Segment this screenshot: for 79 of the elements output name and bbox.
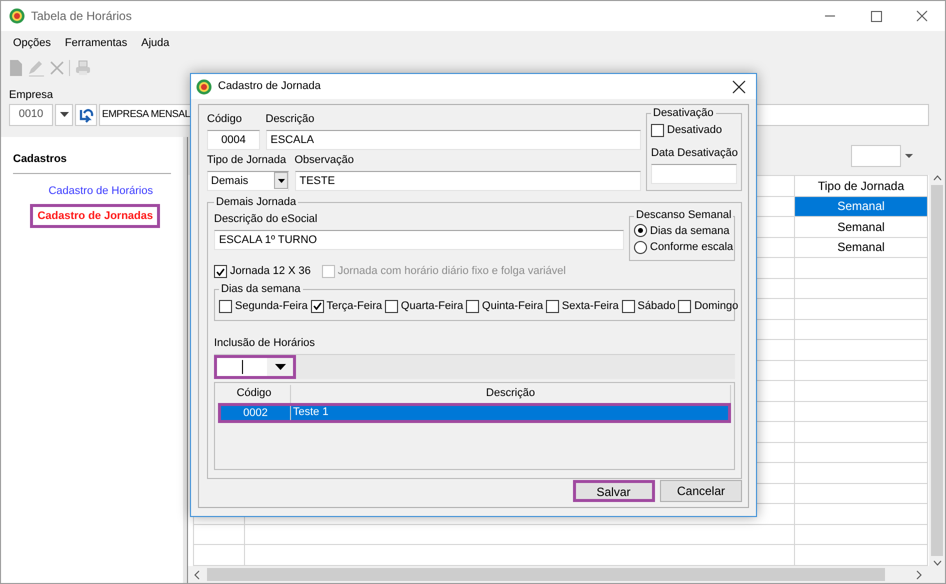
radio-button[interactable] <box>634 224 647 238</box>
observation-field[interactable]: TESTE <box>294 170 640 191</box>
field-label: Código <box>207 112 243 127</box>
checkbox[interactable] <box>678 300 692 313</box>
checkbox-label: Terça-Feira <box>326 298 382 314</box>
caret-icon <box>274 364 286 370</box>
dialog-button[interactable]: Cancelar <box>660 480 742 502</box>
checkmark-icon <box>312 302 322 310</box>
checkbox[interactable] <box>219 300 232 313</box>
description-field[interactable]: ESCALA <box>266 130 640 150</box>
group-title: Desativação <box>652 107 715 120</box>
checkbox[interactable] <box>466 300 480 313</box>
caret-icon <box>278 178 284 183</box>
caret-icon <box>905 154 913 158</box>
checkbox-label: Quarta-Feira <box>400 298 464 314</box>
table-cell: 0002 <box>221 406 291 420</box>
checkbox-label: Desativado <box>667 123 722 138</box>
empresa-name: EMPRESA MENSAL <box>102 108 190 122</box>
radio-label: Conforme escala <box>650 240 734 256</box>
app-logo-icon <box>196 78 212 94</box>
refresh-button[interactable] <box>75 104 97 126</box>
menu-item[interactable]: Opções <box>13 34 51 52</box>
close-icon[interactable] <box>732 80 746 94</box>
group-title: Dias da semana <box>220 282 302 296</box>
column-header[interactable]: Tipo de Jornada <box>794 176 928 196</box>
table-cell: Semanal <box>794 216 928 237</box>
field-label: Inclusão de Horários <box>214 336 316 352</box>
sidebar-title: Cadastros <box>13 151 171 174</box>
menu-item[interactable]: Ajuda <box>141 34 170 52</box>
checkbox[interactable] <box>214 265 227 278</box>
empresa-code-field[interactable]: 0010 <box>9 104 53 126</box>
checkbox-label: Domingo <box>694 298 738 314</box>
checkbox-label: Quinta-Feira <box>482 298 544 314</box>
scroll-right-icon <box>915 570 923 580</box>
dropdown-button[interactable] <box>55 104 73 126</box>
code-field[interactable]: 0004 <box>207 130 260 150</box>
dialog-title: Cadastro de Jornada <box>218 79 321 94</box>
group-title: Demais Jornada <box>215 196 298 210</box>
field-label: Descrição do eSocial <box>214 212 318 228</box>
esocial-field[interactable]: ESCALA 1º TURNO <box>214 230 624 250</box>
table-cell: Semanal <box>794 237 928 258</box>
checkbox[interactable] <box>651 124 664 137</box>
refresh-arrow-icon <box>78 106 94 122</box>
field-label: Tipo de Jornada <box>207 153 288 168</box>
caret-icon <box>60 112 68 117</box>
dialog-button[interactable]: Salvar <box>572 480 654 502</box>
date-field[interactable] <box>651 164 737 184</box>
checkbox-label: Jornada 12 X 36 <box>230 264 311 280</box>
radio-button[interactable] <box>634 240 647 254</box>
checkbox-label: Sexta-Feira <box>562 298 619 314</box>
select-field[interactable]: Demais <box>207 170 289 191</box>
table-row[interactable]: 0002 Teste 1 <box>218 402 731 423</box>
field-label: Descrição <box>266 112 316 127</box>
table-cell: Semanal <box>794 196 928 216</box>
checkbox-label: Sábado <box>638 298 676 314</box>
sidebar-link[interactable]: Cadastro de Jornadas <box>30 204 160 228</box>
checkbox-label: Jornada com horário diário fixo e folga variável <box>338 264 566 280</box>
empresa-label: Empresa <box>9 88 54 103</box>
app-logo-icon <box>9 8 25 24</box>
checkmark-icon <box>216 268 225 276</box>
checkbox[interactable] <box>546 300 559 313</box>
checkbox[interactable] <box>310 300 324 313</box>
scroll-left-icon <box>193 570 201 580</box>
schedule-combobox[interactable] <box>214 354 296 379</box>
field-label: Observação <box>294 153 355 168</box>
menu-item[interactable]: Ferramentas <box>64 34 128 52</box>
window-title: Tabela de Horários <box>31 8 132 25</box>
table-cell-text: Teste 1 <box>292 405 330 420</box>
group-title: Descanso Semanal <box>635 209 732 223</box>
field-label: Data Desativação <box>651 146 737 162</box>
sidebar-link[interactable]: Cadastro de Horários <box>41 179 160 204</box>
select-value: Demais <box>211 174 248 189</box>
checkbox-label: Segunda-Feira <box>235 298 308 314</box>
filter-field[interactable] <box>851 145 901 167</box>
scroll-down-icon <box>932 560 942 566</box>
checkbox[interactable] <box>622 300 635 313</box>
radio-label: Dias da semana <box>650 224 730 239</box>
scroll-up-icon <box>932 175 942 181</box>
checkbox[interactable] <box>384 300 398 313</box>
